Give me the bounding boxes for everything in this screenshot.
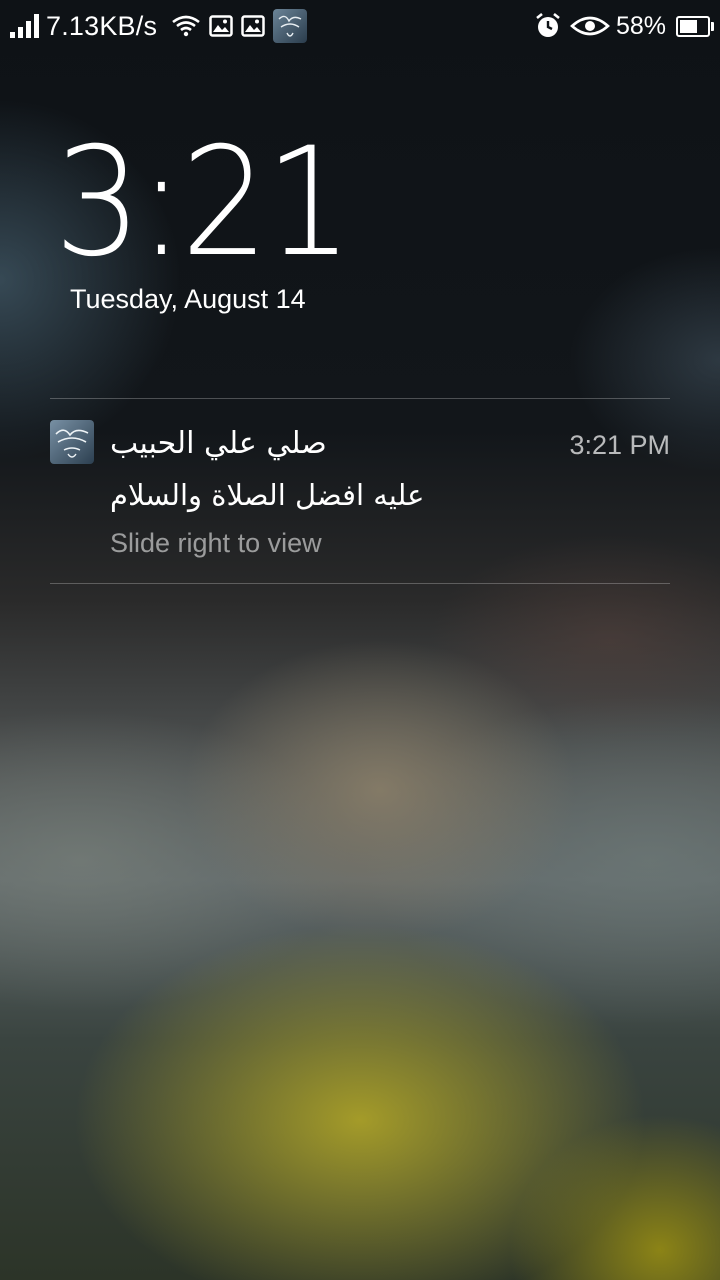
notification-divider-bottom	[50, 583, 670, 584]
image-icon	[241, 15, 265, 37]
network-speed: 7.13KB/s	[46, 10, 158, 41]
status-bar: 7.13KB/s 58%	[0, 0, 720, 52]
slide-hint: Slide right to view	[110, 528, 322, 558]
notification-time: 3:21 PM	[569, 430, 670, 460]
alarm-icon	[534, 12, 562, 40]
notification-card[interactable]: صلي علي الحبيب 3:21 PM عليه افضل الصلاة …	[50, 400, 670, 584]
battery-fill	[680, 19, 698, 33]
signal-icon	[10, 14, 39, 38]
eye-icon	[569, 14, 610, 38]
app-notification-icon	[273, 9, 308, 43]
notification-body: عليه افضل الصلاة والسلام	[110, 478, 425, 512]
calligraphy-app-icon	[50, 420, 94, 464]
battery-icon	[676, 15, 714, 37]
lock-clock: 3:21	[54, 116, 353, 290]
battery-percent: 58%	[615, 11, 666, 40]
notification-divider-top	[50, 398, 670, 399]
wifi-icon	[171, 14, 201, 38]
image-icon	[209, 15, 233, 37]
lock-date: Tuesday, August 14	[70, 284, 306, 314]
notification-title: صلي علي الحبيب	[110, 426, 327, 461]
